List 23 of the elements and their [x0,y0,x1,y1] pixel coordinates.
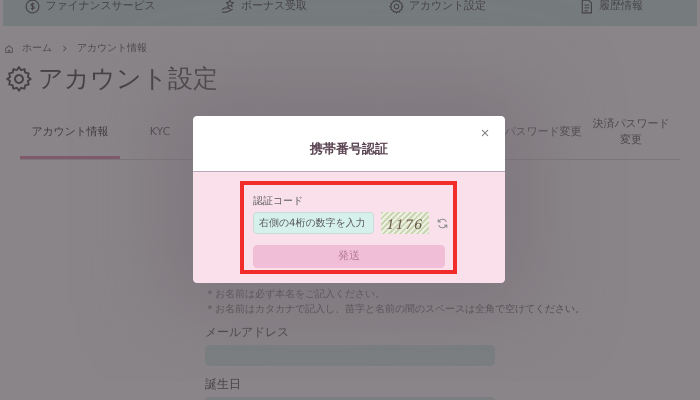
captcha-image: 1176 [381,212,429,234]
home-icon [4,44,14,54]
nav-link[interactable]: 履歴情報 [524,0,697,15]
field-label: メールアドレス [205,324,289,340]
chevron-right-icon [60,44,69,53]
tab[interactable]: アカウント情報 [20,108,120,159]
breadcrumb-link[interactable]: アカウント情報 [77,41,147,56]
breadcrumb-link[interactable]: ホーム [22,41,52,56]
nav-link[interactable]: アカウント設定 [350,0,524,15]
field-label: 誕生日 [205,376,241,392]
hand-star-icon [220,0,237,15]
nav-link[interactable]: ファイナンスサービス [3,0,176,15]
close-button[interactable] [479,127,491,139]
tab[interactable]: 決済パスワード変更 [591,108,671,159]
refresh-button[interactable] [436,216,449,230]
settings-icon [388,0,405,15]
coin-icon [24,0,42,15]
nav-link[interactable]: ボーナス受取 [176,0,350,15]
field-label: 認証コード [253,194,304,209]
page-title: アカウント設定 [38,63,218,95]
dialog-title: 携帯番号認証 [310,140,388,159]
input-field[interactable]: 右側の4桁の数字を入力 [253,212,374,234]
settings-icon [4,64,34,94]
